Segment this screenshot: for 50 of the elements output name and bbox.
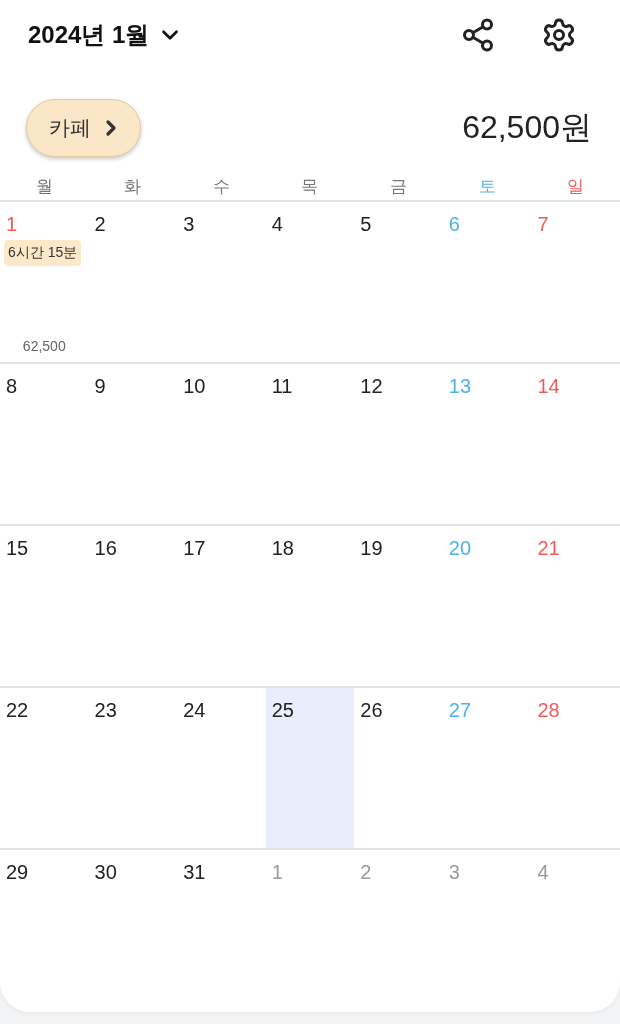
- day-number: 14: [537, 374, 560, 398]
- day-number: 17: [183, 536, 206, 560]
- day-number: 2: [360, 860, 372, 884]
- day-number: 26: [360, 698, 383, 722]
- day-number: 18: [271, 536, 294, 560]
- day-number: 7: [537, 212, 549, 236]
- category-button[interactable]: 카페: [26, 99, 141, 157]
- weekday-label: 월: [35, 175, 53, 198]
- day-number: 2: [94, 212, 106, 236]
- weekday-label: 토: [478, 175, 496, 198]
- weekday-label: 금: [390, 175, 408, 198]
- day-number: 22: [6, 698, 29, 722]
- day-number: 30: [94, 860, 117, 884]
- day-number: 5: [360, 212, 372, 236]
- weekday-label: 일: [567, 175, 585, 198]
- day-number: 1: [6, 212, 18, 236]
- day-number: 21: [537, 536, 560, 560]
- weekday-label: 목: [301, 175, 319, 198]
- day-number: 10: [183, 374, 206, 398]
- day-number: 24: [183, 698, 206, 722]
- day-number: 16: [94, 536, 117, 560]
- day-number: 9: [94, 374, 106, 398]
- duration-badge: 6시간 15분: [4, 240, 82, 266]
- share-icon[interactable]: [460, 17, 496, 53]
- weekday-label: 수: [212, 175, 230, 198]
- day-number: 4: [271, 212, 283, 236]
- day-number: 11: [271, 374, 293, 398]
- total-amount: 62,500원: [462, 108, 592, 147]
- day-number: 20: [448, 536, 472, 560]
- day-number: 27: [448, 698, 472, 722]
- day-number: 13: [448, 374, 472, 398]
- month-picker[interactable]: 2024년 1월: [28, 19, 184, 51]
- day-amount: 62,500: [22, 338, 66, 354]
- day-number: 8: [6, 374, 18, 398]
- settings-icon[interactable]: [541, 17, 577, 53]
- day-number: 31: [183, 860, 206, 884]
- day-number: 12: [360, 374, 383, 398]
- day-number: 3: [183, 212, 195, 236]
- day-number: 23: [94, 698, 117, 722]
- day-number: 3: [448, 860, 460, 884]
- day-number: 6: [448, 212, 460, 236]
- day-number: 25: [271, 698, 294, 722]
- weekday-label: 화: [124, 175, 142, 198]
- today-cell[interactable]: 25: [265, 688, 355, 848]
- day-number: 28: [537, 698, 560, 722]
- day-number: 19: [360, 536, 383, 560]
- day-number: 1: [271, 860, 283, 884]
- day-number: 15: [6, 536, 29, 560]
- day-number: 29: [6, 860, 29, 884]
- day-number: 4: [537, 860, 549, 884]
